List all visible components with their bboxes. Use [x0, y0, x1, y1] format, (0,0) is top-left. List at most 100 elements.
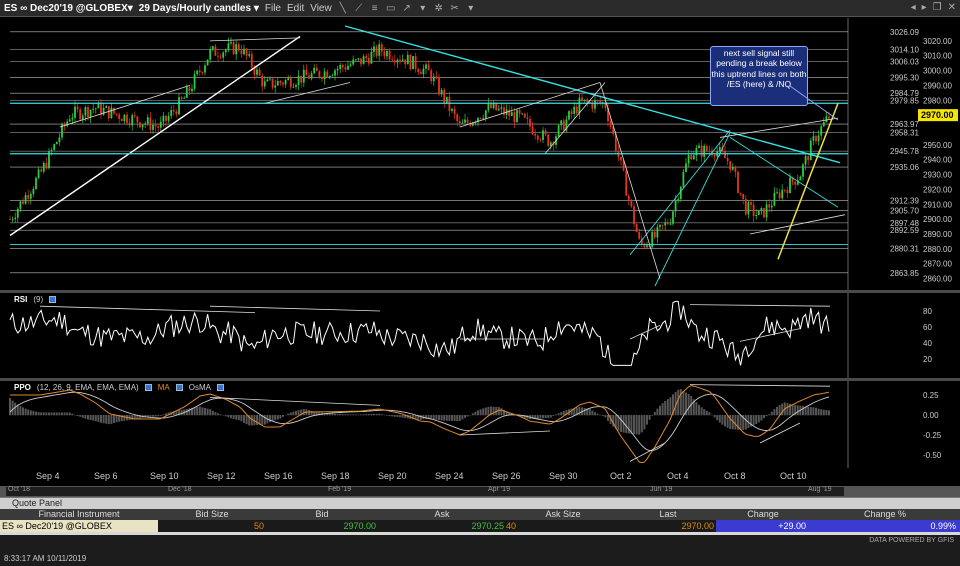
ppo-histogram-bar [217, 413, 219, 416]
candle [165, 115, 167, 121]
symbol-selector[interactable]: ES ∞ Dec20'19 @GLOBEX▾ [4, 3, 133, 14]
ppo-histogram-bar [396, 415, 399, 418]
candle [35, 177, 37, 189]
rsi-pane[interactable]: RSI (9) 80 60 40 20 [0, 293, 960, 378]
col-ask[interactable]: Ask [378, 509, 506, 520]
ppo-histogram-bar [19, 406, 22, 416]
rsi-checkbox[interactable] [49, 296, 57, 303]
ppo-histogram-bar [807, 406, 810, 416]
ppo-histogram-bar [297, 410, 300, 416]
candle [300, 75, 303, 83]
candle [516, 109, 518, 123]
date-label: Sep 4 [36, 471, 60, 481]
settings-icon[interactable]: ✲ [434, 3, 444, 14]
date-label: Sep 18 [321, 471, 350, 481]
col-bid[interactable]: Bid [266, 509, 378, 520]
ppo-checkbox[interactable] [144, 384, 152, 391]
tool-chevron-icon[interactable]: ▾ [466, 3, 476, 14]
col-instrument[interactable]: Financial Instrument [0, 509, 158, 520]
ppo-histogram-bar [198, 406, 201, 416]
arrow-icon[interactable]: ↗ [402, 3, 412, 14]
candle [100, 102, 102, 115]
candle [92, 108, 95, 110]
period-selector[interactable]: 29 Days/Hourly candles ▾ [139, 3, 259, 14]
candle [89, 109, 92, 118]
candle [575, 106, 578, 114]
restore-window-icon[interactable]: ❐ [933, 2, 942, 13]
candle [573, 106, 576, 114]
candle [822, 121, 825, 127]
ppo-histogram-bar [29, 410, 32, 416]
candle [456, 114, 459, 122]
candle [373, 46, 375, 52]
candle [58, 137, 61, 143]
candle [578, 97, 581, 114]
ppo-histogram-bar [796, 405, 799, 416]
ppo-histogram-bar [677, 389, 680, 416]
price-axis-label: 2979.85 [890, 97, 919, 106]
candle [29, 193, 32, 199]
col-ask-size[interactable]: Ask Size [506, 509, 620, 520]
candle [336, 68, 339, 71]
ppo-histogram-bar [42, 412, 45, 416]
rsi-title: RSI (9) [14, 295, 57, 304]
menu-view[interactable]: View [310, 3, 332, 14]
candle [549, 142, 552, 147]
date-label: Oct 10 [780, 471, 807, 481]
scroller-thumb[interactable] [6, 487, 844, 496]
ppo-histogram-bar [45, 412, 48, 416]
candle [9, 219, 11, 220]
menu-file[interactable]: File [265, 3, 281, 14]
table-row[interactable]: ES ∞ Dec20'19 @GLOBEX 50 2970.00 2970.25… [0, 520, 960, 532]
draw-line-icon[interactable]: ╲ [338, 3, 348, 14]
scroll-start-icon[interactable]: ◂ [911, 2, 916, 13]
candle [159, 121, 162, 128]
candle [406, 54, 409, 65]
text-icon[interactable]: ▭ [386, 3, 396, 14]
candle [425, 64, 427, 69]
col-bid-size[interactable]: Bid Size [158, 509, 266, 520]
candle [438, 77, 440, 95]
candle [185, 87, 188, 98]
candle [347, 65, 349, 70]
candle [354, 59, 357, 61]
ppo-histogram-bar [87, 415, 89, 420]
menu-edit[interactable]: Edit [287, 3, 304, 14]
ppo-histogram-bar [380, 414, 383, 416]
history-scroller[interactable]: Oct '18 Dec '18 Feb '19 Apr '19 Jun '19 … [0, 486, 960, 497]
ppo-histogram-bar [588, 408, 591, 416]
ppo-ma-checkbox[interactable] [175, 384, 183, 391]
price-axis-label: 2935.06 [890, 163, 919, 172]
rsi-axis-label: 60 [923, 323, 932, 332]
chevron-down-icon[interactable]: ▾ [418, 3, 428, 14]
ppo-histogram-bar [37, 412, 40, 416]
ppo-histogram-bar [365, 414, 368, 416]
price-chart[interactable]: 3026.09 3020.00 3014.10 3010.00 3006.03 3000.… [0, 18, 960, 291]
price-axis-label: 2880.31 [890, 244, 919, 253]
candle [729, 161, 732, 170]
scroll-end-icon[interactable]: ▸ [922, 2, 927, 13]
ppo-osma-checkbox[interactable] [216, 384, 224, 391]
candle [651, 231, 654, 248]
close-window-icon[interactable]: ✕ [948, 2, 956, 13]
candle [131, 115, 134, 126]
price-axis-label: 2920.00 [923, 185, 952, 194]
col-change-pct[interactable]: Change % [810, 509, 960, 520]
candle [752, 204, 755, 217]
col-change[interactable]: Change [716, 509, 810, 520]
ppo-pane[interactable]: 0.25 0.00 -0.25 -0.50 PPO (12, 26, 9, EMA, … [0, 381, 960, 468]
data-provider-logo: DATA POWERED BY GFIS [869, 537, 954, 544]
ppo-histogram-bar [492, 406, 495, 416]
col-last[interactable]: Last [620, 509, 716, 520]
candle [627, 195, 630, 200]
ppo-histogram-bar [646, 415, 648, 425]
price-axis-label: 2912.39 [890, 197, 919, 206]
ppo-histogram-bar [594, 412, 596, 416]
candle [510, 112, 513, 116]
channel-icon[interactable]: ≡ [370, 3, 380, 14]
candle [739, 192, 742, 195]
candle [685, 163, 687, 173]
tools-icon[interactable]: ✂ [450, 3, 460, 14]
candle [789, 177, 791, 194]
trend-icon[interactable]: ⟋ [354, 3, 364, 14]
